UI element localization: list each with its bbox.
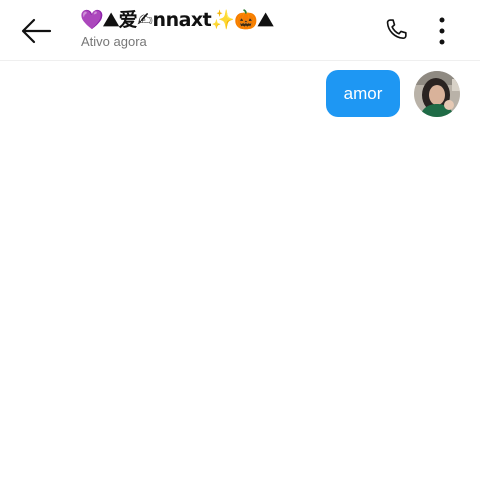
chat-screen: 💜⛰爱✍nnaxt✨🎃⛰ Ativo agora amor	[0, 0, 480, 480]
arrow-left-icon	[21, 18, 52, 44]
message-row: amor	[326, 70, 460, 117]
avatar-photo	[414, 70, 460, 117]
more-options-button[interactable]	[424, 12, 460, 50]
online-status: Ativo agora	[81, 34, 147, 49]
call-button[interactable]	[378, 12, 414, 48]
phone-icon	[386, 19, 407, 40]
contact-name: 💜⛰爱✍nnaxt✨🎃⛰	[80, 9, 274, 31]
avatar[interactable]	[414, 70, 460, 117]
contact-title-block[interactable]: 💜⛰爱✍nnaxt✨🎃⛰ Ativo agora	[80, 6, 380, 50]
message-bubble[interactable]: amor	[326, 70, 400, 117]
back-button[interactable]	[14, 12, 58, 50]
vertical-dots-icon	[439, 17, 445, 45]
chat-header: 💜⛰爱✍nnaxt✨🎃⛰ Ativo agora	[0, 0, 480, 61]
